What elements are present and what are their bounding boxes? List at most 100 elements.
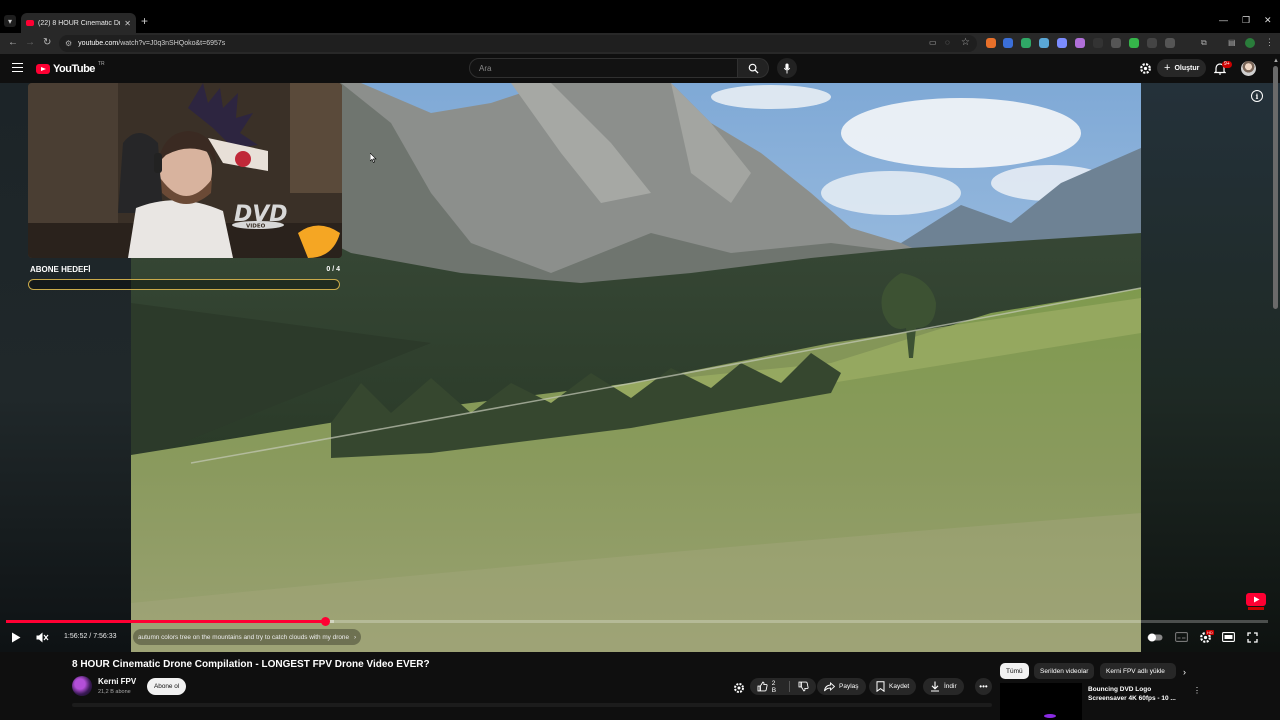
recommendation-thumbnail[interactable] (1000, 683, 1082, 720)
settings-button[interactable]: HD (1197, 630, 1214, 643)
back-icon[interactable]: ← (8, 37, 18, 48)
voice-search-button[interactable] (777, 58, 797, 78)
menu-icon[interactable] (12, 63, 23, 72)
chips-next-icon[interactable]: › (1183, 667, 1186, 677)
youtube-logo[interactable]: YouTube TR (36, 61, 105, 75)
fullscreen-button[interactable] (1245, 631, 1259, 643)
microphone-icon (783, 62, 791, 74)
share-button[interactable]: Paylaş (817, 678, 866, 695)
share-label: Paylaş (839, 683, 859, 690)
progress-scrubber[interactable] (320, 617, 330, 626)
sidepanel-icon[interactable]: ▤ (1228, 38, 1236, 47)
reload-icon[interactable]: ↻ (43, 37, 51, 48)
goal-title: ABONE HEDEFİ (30, 264, 91, 274)
theater-mode-icon (1221, 632, 1235, 642)
video-progress-bar[interactable] (6, 617, 1268, 626)
download-icon (931, 681, 939, 692)
extension-icon[interactable] (1039, 38, 1049, 48)
cast-icon[interactable]: ▭ (929, 38, 937, 47)
dvd-logo: DVD VIDEO (232, 202, 288, 230)
ambient-right (1141, 83, 1280, 652)
fullscreen-icon (1246, 631, 1258, 643)
search-input[interactable] (479, 63, 737, 73)
extension-icon[interactable] (1111, 38, 1121, 48)
extension-icon[interactable] (1129, 38, 1139, 48)
plus-icon: + (1164, 62, 1171, 74)
recommendation-more-icon[interactable]: ⋮ (1193, 686, 1201, 695)
extension-icon[interactable] (1165, 38, 1175, 48)
url-text: youtube.com/watch?v=J0q3nSHQoko&t=6957s (78, 40, 226, 47)
notification-badge: 9+ (1222, 61, 1232, 68)
chevron-right-icon: › (354, 633, 357, 641)
bookmark-star-icon[interactable]: ☆ (961, 37, 970, 48)
address-bar[interactable]: ⚙ youtube.com/watch?v=J0q3nSHQoko&t=6957… (59, 35, 977, 52)
extension-icon[interactable] (1021, 38, 1031, 48)
tab-title: (22) 8 HOUR Cinematic Drone ... (38, 19, 121, 27)
extension-icon[interactable] (986, 38, 996, 48)
page-scrollbar[interactable] (1273, 58, 1278, 720)
user-avatar[interactable] (1241, 61, 1256, 76)
chapter-title: autumn colors tree on the mountains and … (138, 633, 350, 641)
chip-series[interactable]: Serilden videolar (1034, 663, 1095, 679)
play-button[interactable] (10, 631, 22, 643)
webcam-image: DVD VIDEO (28, 83, 342, 258)
share-arrow-icon (824, 681, 835, 691)
create-button[interactable]: + Oluştur (1157, 59, 1207, 77)
time-display: 1:56:52 / 7:56:33 (64, 633, 117, 640)
tab-search-icon[interactable]: ▾ (4, 15, 16, 27)
create-label: Oluştur (1174, 64, 1200, 72)
channel-name[interactable]: Kerni FPV (98, 677, 136, 686)
dislike-icon[interactable] (798, 681, 809, 692)
description-preview[interactable] (72, 703, 992, 707)
extension-icon[interactable] (1147, 38, 1157, 48)
mute-button[interactable] (35, 631, 49, 643)
youtube-masthead: YouTube TR + Oluştur 9+ (0, 54, 1280, 83)
channel-avatar[interactable] (72, 676, 92, 696)
country-code: TR (97, 61, 105, 67)
download-label: İndir (944, 683, 957, 690)
browser-toolbar: ← → ↻ ⚙ youtube.com/watch?v=J0q3nSHQoko&… (0, 33, 1280, 54)
extension-icon[interactable] (1075, 38, 1085, 48)
minimize-icon[interactable]: — (1219, 15, 1228, 25)
logo-text: YouTube (53, 63, 95, 75)
chip-channel-uploads[interactable]: Kerni FPV adlı yükle (1100, 663, 1176, 679)
autoplay-toggle[interactable] (1147, 631, 1163, 643)
subscribe-watermark-icon[interactable] (1245, 591, 1267, 611)
download-button[interactable]: İndir (923, 678, 964, 695)
subtitles-icon (1174, 632, 1188, 642)
scrollbar-thumb[interactable] (1273, 66, 1278, 309)
divider (789, 681, 791, 692)
subscriber-goal-header: ABONE HEDEFİ 0 / 4 (30, 263, 340, 275)
subscriber-count: 21,2 B abone (98, 689, 131, 695)
theater-mode-button[interactable] (1221, 631, 1235, 643)
hide-icon[interactable]: ◌ (945, 38, 950, 47)
tab-close-icon[interactable]: ✕ (124, 19, 131, 28)
extension-icon[interactable] (1057, 38, 1067, 48)
hd-badge: HD (1206, 630, 1214, 635)
extensions-puzzle-icon[interactable]: ⧉ (1201, 38, 1207, 48)
extension-gear-icon[interactable] (1139, 62, 1152, 75)
forward-icon[interactable]: → (25, 37, 35, 48)
extension-icon[interactable] (1093, 38, 1103, 48)
extension-gear-icon[interactable] (733, 682, 745, 694)
recommendation-title[interactable]: Bouncing DVD Logo Screensaver 4K 60fps -… (1088, 685, 1180, 703)
subscribe-button[interactable]: Abone ol (147, 678, 187, 695)
chapter-title-button[interactable]: autumn colors tree on the mountains and … (133, 629, 362, 645)
mouse-cursor-icon (370, 153, 377, 163)
browser-tab-active[interactable]: (22) 8 HOUR Cinematic Drone ... ✕ (21, 13, 136, 33)
restore-icon[interactable]: ❐ (1242, 15, 1250, 26)
close-window-icon[interactable]: ✕ (1264, 15, 1272, 26)
bookmark-icon (876, 681, 885, 692)
search-button[interactable] (738, 58, 769, 78)
like-icon[interactable] (757, 681, 768, 692)
chip-all[interactable]: Tümü (1000, 663, 1029, 679)
save-button[interactable]: Kaydet (869, 678, 917, 695)
subtitles-button[interactable] (1174, 631, 1188, 643)
browser-menu-icon[interactable]: ⋮ (1265, 37, 1274, 48)
more-actions-button[interactable]: ••• (975, 678, 992, 695)
info-icon[interactable]: i (1251, 90, 1263, 102)
new-tab-icon[interactable]: + (141, 14, 148, 28)
extension-icon[interactable] (1003, 38, 1013, 48)
site-info-icon[interactable]: ⚙ (65, 39, 72, 48)
profile-icon[interactable] (1245, 38, 1255, 48)
